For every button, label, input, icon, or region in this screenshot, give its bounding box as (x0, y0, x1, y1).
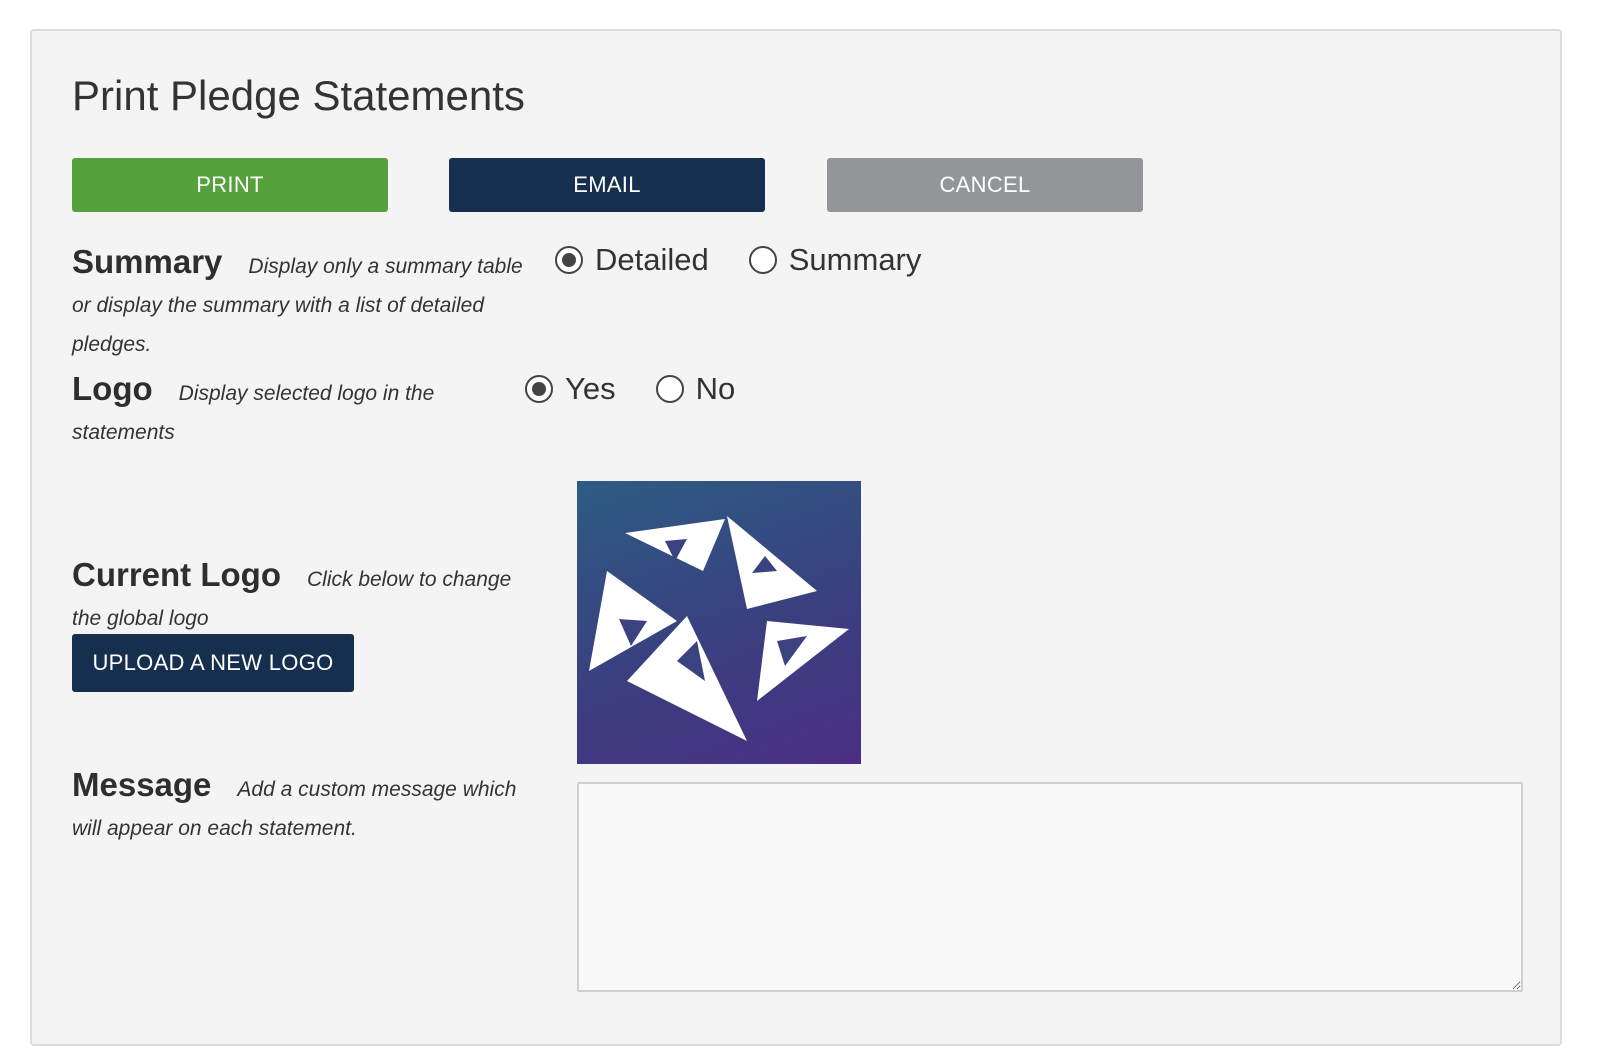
radio-option-yes[interactable]: Yes (525, 371, 616, 407)
radio-summary-circle[interactable] (748, 246, 777, 274)
radio-option-detailed[interactable]: Detailed (555, 242, 709, 278)
radio-selected-dot (532, 382, 546, 396)
message-label-block: Message Add a custom message which will a… (72, 766, 542, 849)
radio-summary-label: Summary (788, 242, 922, 277)
radio-no-label: No (695, 371, 736, 406)
current-logo-image (577, 481, 861, 764)
radio-yes-label: Yes (565, 371, 616, 406)
triangles-logo-icon (589, 516, 849, 741)
logo-heading: Logo (72, 370, 153, 407)
message-heading: Message (72, 766, 212, 803)
current-logo-heading: Current Logo (72, 556, 281, 593)
print-button[interactable]: PRINT (72, 158, 388, 212)
summary-radio-group: Detailed Summary (555, 240, 961, 280)
radio-selected-dot (562, 253, 576, 267)
summary-heading: Summary (72, 243, 223, 280)
radio-no-circle[interactable] (655, 375, 684, 403)
current-logo-label-block: Current Logo Click below to change the gl… (72, 556, 542, 639)
summary-label-block: Summary Display only a summary table or d… (72, 243, 542, 365)
upload-new-logo-button[interactable]: UPLOAD A NEW LOGO (72, 634, 354, 692)
email-button[interactable]: EMAIL (449, 158, 765, 212)
page-title: Print Pledge Statements (72, 72, 525, 119)
print-pledge-statements-panel: Print Pledge Statements PRINT EMAIL CANC… (30, 29, 1562, 1046)
logo-radio-group: Yes No (525, 369, 775, 409)
radio-option-no[interactable]: No (655, 371, 736, 407)
logo-label-block: Logo Display selected logo in the stateme… (72, 370, 542, 453)
cancel-button[interactable]: CANCEL (827, 158, 1143, 212)
radio-option-summary[interactable]: Summary (748, 242, 922, 278)
radio-detailed-label: Detailed (595, 242, 709, 277)
radio-yes-circle[interactable] (525, 375, 553, 403)
message-textarea[interactable] (577, 782, 1523, 992)
radio-detailed-circle[interactable] (555, 246, 583, 274)
